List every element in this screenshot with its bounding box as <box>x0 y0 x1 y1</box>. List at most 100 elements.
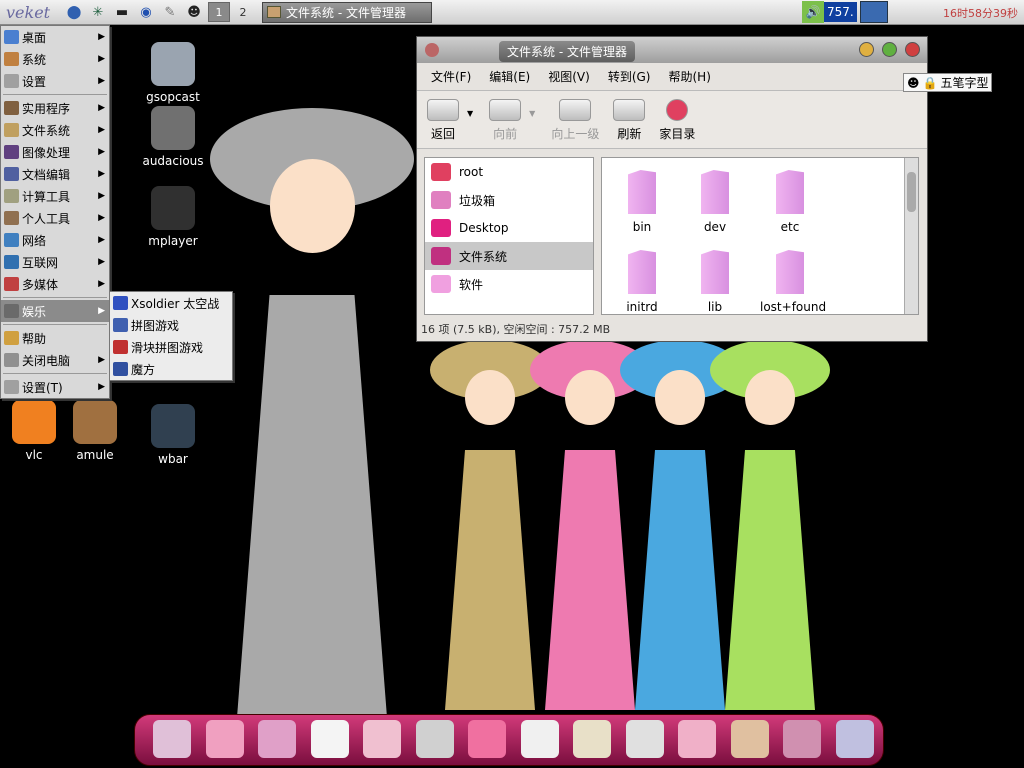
volume-icon[interactable]: 🔊 <box>802 1 824 23</box>
window-menu-icon[interactable] <box>425 43 439 57</box>
sidebar-place[interactable]: Desktop <box>425 214 593 242</box>
image-viewer-icon[interactable] <box>625 720 664 758</box>
input-method-indicator[interactable]: ☻ 🔒 五笔字型 <box>903 73 993 92</box>
file-item-label: lost+found <box>760 300 827 314</box>
workspace-1[interactable]: 1 <box>208 2 230 22</box>
globe-icon[interactable] <box>258 720 296 758</box>
menubar-item[interactable]: 帮助(H) <box>668 68 710 85</box>
submenu-item[interactable]: 拼图游戏 <box>110 314 232 336</box>
dropdown-arrow-icon[interactable]: ▼ <box>529 109 535 118</box>
help-icon[interactable] <box>783 720 821 758</box>
menu-item-icon <box>4 233 19 247</box>
desktop-icon-label: gsopcast <box>146 90 200 104</box>
workspace-2[interactable]: 2 <box>232 2 254 22</box>
sidebar-place[interactable]: 文件系统 <box>425 242 593 270</box>
file-item[interactable]: lib <box>685 250 745 314</box>
vlc-icon <box>12 400 56 444</box>
toolbar-button-0[interactable]: 返回 <box>427 99 459 142</box>
minimize-button[interactable] <box>859 42 874 57</box>
menu-item-icon <box>4 189 19 203</box>
desktop-icon-wbar[interactable]: wbar <box>133 404 213 466</box>
place-icon <box>431 219 451 237</box>
menu-item[interactable]: 个人工具 ▶ <box>1 207 109 229</box>
menu-item[interactable]: 实用程序 ▶ <box>1 97 109 119</box>
chevron-right-icon: ▶ <box>98 257 105 267</box>
desktop-icon-amule[interactable]: amule <box>55 400 135 462</box>
close-button[interactable] <box>905 42 920 57</box>
browser-icon[interactable]: ◉ <box>137 3 155 21</box>
messenger-icon[interactable] <box>468 720 506 758</box>
chat-icon[interactable] <box>205 720 244 758</box>
veket-logo[interactable]: veket <box>0 3 62 22</box>
tools-icon[interactable]: ✎ <box>161 3 179 21</box>
menu-item-label: 关闭电脑 <box>22 353 71 368</box>
toolbar-button-4[interactable]: 家目录 <box>659 99 695 142</box>
desktop-icon-gsopcast[interactable]: gsopcast <box>133 42 213 104</box>
menu-item[interactable]: 网络 ▶ <box>1 229 109 251</box>
tools-icon[interactable] <box>730 720 769 758</box>
menu-item-label: 帮助 <box>22 331 47 346</box>
menu-item[interactable]: 设置(T) ▶ <box>1 376 109 398</box>
menu-item[interactable]: 桌面 ▶ <box>1 26 109 48</box>
file-item-label: dev <box>703 220 727 234</box>
menu-separator <box>3 297 107 298</box>
task-button-file-manager[interactable]: 文件系统 - 文件管理器 <box>262 1 432 23</box>
file-manager-window: 文件系统 - 文件管理器 文件(F) 编辑(E) 视图(V) 转到(G) 帮助(H) 返… <box>416 36 928 342</box>
file-item[interactable]: initrd <box>612 250 672 314</box>
settings-icon[interactable]: ✳ <box>89 3 107 21</box>
file-item-label: initrd <box>626 300 658 314</box>
menubar-item[interactable]: 转到(G) <box>608 68 651 85</box>
desktop-icon-mplayer[interactable]: mplayer <box>133 186 213 248</box>
window-titlebar[interactable]: 文件系统 - 文件管理器 <box>417 37 927 63</box>
game-icon <box>113 362 128 376</box>
file-item[interactable]: etc <box>760 170 820 234</box>
maximize-button[interactable] <box>882 42 897 57</box>
terminal-icon[interactable]: ▬ <box>113 3 131 21</box>
music-icon[interactable] <box>363 720 401 758</box>
toolbar-button-3[interactable]: 刷新 <box>613 99 646 142</box>
file-item[interactable]: lost+found <box>760 250 827 314</box>
menu-item[interactable]: 帮助 <box>1 327 109 349</box>
menu-item[interactable]: 文件系统 ▶ <box>1 119 109 141</box>
mplayer-icon <box>151 186 195 230</box>
sidebar-place-label: 文件系统 <box>459 249 508 264</box>
dropdown-arrow-icon[interactable]: ▼ <box>467 109 473 118</box>
document-icon[interactable] <box>573 720 611 758</box>
network-icon[interactable]: ⬤ <box>65 3 83 21</box>
notes-icon[interactable] <box>520 720 559 758</box>
scrollbar-thumb[interactable] <box>907 172 916 212</box>
menu-item[interactable]: 设置 ▶ <box>1 70 109 92</box>
vertical-scrollbar[interactable] <box>904 158 918 314</box>
toolbar: 返回 ▼ 向前 ▼ 向上一级 刷新 家目录 <box>417 91 927 149</box>
camera-icon[interactable] <box>835 720 874 758</box>
submenu-item[interactable]: Xsoldier 太空战 <box>110 292 232 314</box>
menu-item[interactable]: 多媒体 ▶ <box>1 273 109 295</box>
penguin-icon[interactable]: ☻ <box>185 3 203 21</box>
submenu-item[interactable]: 滑块拼图游戏 <box>110 336 232 358</box>
menubar-item[interactable]: 视图(V) <box>548 68 590 85</box>
network-status-icon[interactable] <box>859 1 888 23</box>
photos-icon[interactable] <box>153 720 191 758</box>
menubar-item[interactable]: 编辑(E) <box>489 68 530 85</box>
sidebar-place[interactable]: 软件 <box>425 270 593 298</box>
submenu-item[interactable]: 魔方 <box>110 358 232 380</box>
menu-item[interactable]: 关闭电脑 ▶ <box>1 349 109 371</box>
editor-icon[interactable] <box>310 720 349 758</box>
menu-item[interactable]: 娱乐 ▶ <box>1 300 109 322</box>
sidebar-place[interactable]: root <box>425 158 593 186</box>
menu-item-icon <box>4 145 19 159</box>
file-item[interactable]: bin <box>612 170 672 234</box>
menu-item[interactable]: 互联网 ▶ <box>1 251 109 273</box>
file-item[interactable]: dev <box>685 170 745 234</box>
sidebar-place[interactable]: 垃圾箱 <box>425 186 593 214</box>
menu-item[interactable]: 系统 ▶ <box>1 48 109 70</box>
menu-item[interactable]: 文档编辑 ▶ <box>1 163 109 185</box>
menu-item-label: 系统 <box>22 52 47 67</box>
video-icon[interactable] <box>415 720 454 758</box>
menu-item[interactable]: 计算工具 ▶ <box>1 185 109 207</box>
sidebar-place-label: 软件 <box>459 277 484 292</box>
menu-item[interactable]: 图像处理 ▶ <box>1 141 109 163</box>
desktop-icon-audacious[interactable]: audacious <box>133 106 213 168</box>
drive-icon[interactable] <box>678 720 716 758</box>
menubar-item[interactable]: 文件(F) <box>431 68 471 85</box>
